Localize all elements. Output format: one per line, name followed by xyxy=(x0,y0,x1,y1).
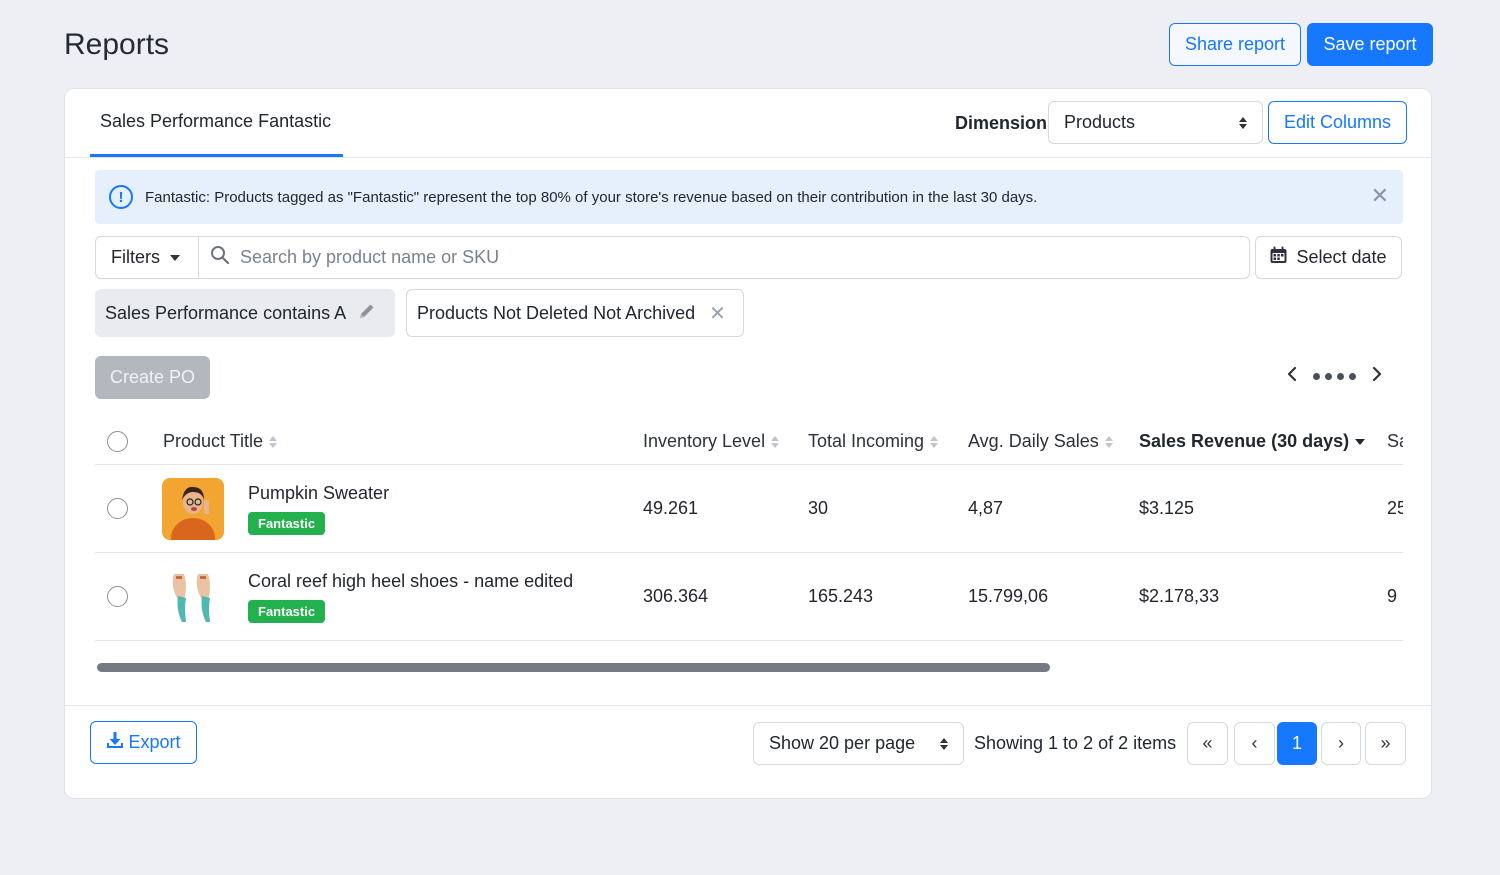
select-date-button[interactable]: Select date xyxy=(1255,236,1402,279)
export-button[interactable]: Export xyxy=(90,721,197,764)
fantastic-badge: Fantastic xyxy=(248,600,326,623)
chevron-right-icon[interactable] xyxy=(1370,365,1384,388)
inventory-cell: 49.261 xyxy=(643,498,699,518)
dimension-label: Dimension xyxy=(955,113,1048,133)
sort-icon xyxy=(930,435,939,448)
sort-icon xyxy=(771,435,780,448)
caret-down-icon xyxy=(170,254,180,261)
chevron-left-icon[interactable] xyxy=(1285,365,1299,388)
column-pager xyxy=(1285,365,1384,388)
revenue-cell: $3.125 xyxy=(1139,498,1195,518)
filter-chip-sales-performance[interactable]: Sales Performance contains A xyxy=(95,289,395,337)
footer-divider xyxy=(65,705,1431,706)
page-dots xyxy=(1313,373,1356,380)
sort-updown-icon xyxy=(1239,116,1247,129)
per-page-select[interactable]: Show 20 per page xyxy=(753,722,964,765)
dimension-value: Products xyxy=(1064,112,1136,132)
create-po-button[interactable]: Create PO xyxy=(95,356,210,399)
search-box xyxy=(198,236,1250,279)
filter-chip-not-deleted[interactable]: Products Not Deleted Not Archived ✕ xyxy=(406,289,744,337)
save-report-button[interactable]: Save report xyxy=(1307,23,1433,66)
revenue-cell: $2.178,33 xyxy=(1139,586,1220,606)
truncated-cell: 9 xyxy=(1387,586,1398,606)
current-page-button[interactable]: 1 xyxy=(1277,722,1317,765)
fantastic-badge: Fantastic xyxy=(248,512,326,535)
col-inventory-level[interactable]: Inventory Level xyxy=(643,431,780,452)
download-icon xyxy=(106,731,124,754)
product-thumbnail xyxy=(162,478,224,540)
pencil-icon[interactable] xyxy=(358,302,376,325)
first-page-button[interactable]: « xyxy=(1187,722,1228,765)
filters-label: Filters xyxy=(111,247,160,267)
incoming-cell: 165.243 xyxy=(808,586,874,606)
truncated-cell: 25 xyxy=(1387,498,1403,518)
share-report-button[interactable]: Share report xyxy=(1169,23,1301,66)
col-avg-daily-sales[interactable]: Avg. Daily Sales xyxy=(968,431,1113,452)
export-label: Export xyxy=(128,732,181,752)
avg-daily-cell: 4,87 xyxy=(968,498,1004,518)
chip-label: Sales Performance contains A xyxy=(105,302,347,323)
select-date-label: Select date xyxy=(1296,247,1387,267)
tab-sales-performance[interactable]: Sales Performance Fantastic xyxy=(100,111,331,132)
table-row[interactable]: Coral reef high heel shoes - name edited… xyxy=(95,553,1403,641)
info-banner-text: Fantastic: Products tagged as "Fantastic… xyxy=(145,188,1038,206)
avg-daily-cell: 15.799,06 xyxy=(968,586,1049,606)
horizontal-scrollbar[interactable] xyxy=(97,663,1050,672)
info-banner: ! Fantastic: Products tagged as "Fantast… xyxy=(95,170,1403,224)
close-icon[interactable]: ✕ xyxy=(1371,184,1389,208)
showing-text: Showing 1 to 2 of 2 items xyxy=(974,733,1177,753)
tab-divider xyxy=(65,157,1431,158)
select-all-checkbox[interactable] xyxy=(107,431,128,452)
table-header: Product Title Inventory Level Total Inco… xyxy=(95,419,1403,465)
sort-desc-icon xyxy=(1355,438,1366,445)
col-total-incoming[interactable]: Total Incoming xyxy=(808,431,939,452)
filters-dropdown[interactable]: Filters xyxy=(95,236,198,279)
row-checkbox[interactable] xyxy=(107,498,128,519)
table-row[interactable]: Pumpkin Sweater Fantastic 49.261 30 4,87… xyxy=(95,465,1403,553)
row-checkbox[interactable] xyxy=(107,586,128,607)
sort-updown-icon xyxy=(940,737,948,750)
products-table: Product Title Inventory Level Total Inco… xyxy=(95,419,1403,641)
info-circle-icon: ! xyxy=(109,185,133,209)
sort-icon xyxy=(269,435,278,448)
inventory-cell: 306.364 xyxy=(643,586,709,606)
search-icon xyxy=(210,245,230,270)
dimension-select[interactable]: Products xyxy=(1048,101,1263,144)
col-product-title[interactable]: Product Title xyxy=(163,431,278,452)
chip-label: Products Not Deleted Not Archived xyxy=(417,302,696,323)
last-page-button[interactable]: » xyxy=(1365,722,1406,765)
next-page-button[interactable]: › xyxy=(1321,722,1361,765)
product-thumbnail xyxy=(162,566,224,628)
close-icon[interactable]: ✕ xyxy=(709,301,726,326)
edit-columns-button[interactable]: Edit Columns xyxy=(1268,101,1407,144)
col-sales-revenue[interactable]: Sales Revenue (30 days) xyxy=(1139,431,1366,452)
per-page-value: Show 20 per page xyxy=(769,733,916,753)
report-card: Sales Performance Fantastic Dimension Pr… xyxy=(64,88,1432,799)
sort-icon xyxy=(1104,435,1113,448)
calendar-icon xyxy=(1270,246,1287,269)
product-name[interactable]: Coral reef high heel shoes - name edited xyxy=(248,571,573,592)
col-truncated[interactable]: Sa xyxy=(1387,431,1403,452)
page-title: Reports xyxy=(64,28,170,61)
product-name[interactable]: Pumpkin Sweater xyxy=(248,483,389,504)
search-input[interactable] xyxy=(240,247,1140,268)
prev-page-button[interactable]: ‹ xyxy=(1234,722,1275,765)
incoming-cell: 30 xyxy=(808,498,829,518)
